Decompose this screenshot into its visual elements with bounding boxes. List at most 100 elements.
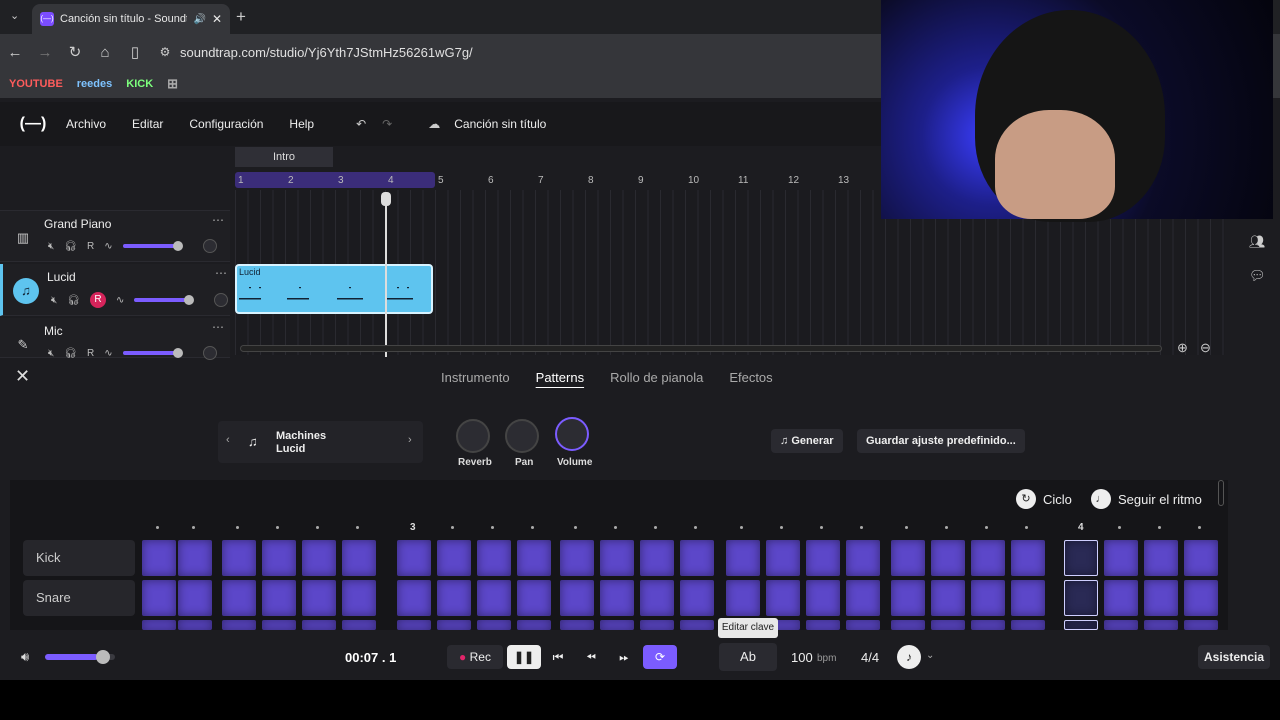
sequencer-pad[interactable] <box>1064 580 1098 616</box>
sequencer-pad[interactable] <box>142 540 176 576</box>
sequencer-pad[interactable] <box>806 580 840 616</box>
pause-button[interactable]: ❚❚ <box>507 645 541 669</box>
sequencer-pad[interactable] <box>726 540 760 576</box>
sequencer-pad[interactable] <box>397 540 431 576</box>
track-menu-icon[interactable]: ⋯ <box>212 320 224 334</box>
menu-editar[interactable]: Editar <box>132 117 163 131</box>
generate-button[interactable]: ♫ Generar <box>771 429 843 453</box>
sequencer-pad[interactable] <box>640 580 674 616</box>
sequencer-pad[interactable] <box>846 620 880 630</box>
volume-knob[interactable] <box>555 417 589 451</box>
sequencer-pad[interactable] <box>1104 620 1138 630</box>
pan-knob[interactable] <box>202 346 217 360</box>
sequencer-pad[interactable] <box>342 580 376 616</box>
sequencer-pad[interactable] <box>342 620 376 630</box>
sequencer-pad[interactable] <box>437 540 471 576</box>
sequencer-pad[interactable] <box>680 580 714 616</box>
track-menu-icon[interactable]: ⋯ <box>212 213 224 227</box>
menu-configuracion[interactable]: Configuración <box>189 117 263 131</box>
track-name[interactable]: Mic <box>44 324 63 338</box>
sequencer-pad[interactable] <box>222 540 256 576</box>
sequencer-pad[interactable] <box>1144 620 1178 630</box>
automation-icon[interactable]: ∿ <box>104 348 112 359</box>
save-preset-button[interactable]: Guardar ajuste predefinido... <box>857 429 1025 453</box>
sequencer-pad[interactable] <box>477 620 511 630</box>
row-label-snare[interactable]: Snare <box>23 580 135 616</box>
sequencer-pad[interactable] <box>1064 620 1098 630</box>
sequencer-pad[interactable] <box>931 620 965 630</box>
volume-fader[interactable] <box>122 348 183 358</box>
new-tab-icon[interactable]: + <box>236 7 246 27</box>
sequencer-pad[interactable] <box>178 580 212 616</box>
preset-next-icon[interactable]: › <box>408 434 412 446</box>
soundtrap-logo[interactable]: (—) <box>0 115 66 133</box>
assist-button[interactable]: Asistencia <box>1198 645 1270 669</box>
sequencer-pad[interactable] <box>971 540 1005 576</box>
sequencer-pad[interactable] <box>846 580 880 616</box>
playhead-handle[interactable] <box>381 192 391 206</box>
mute-icon[interactable]: 🔇︎ <box>48 348 54 359</box>
sequencer-pad[interactable] <box>600 580 634 616</box>
sequencer-pad[interactable] <box>891 620 925 630</box>
volume-fader[interactable] <box>134 295 195 305</box>
sequencer-pad[interactable] <box>680 620 714 630</box>
sequencer-pad[interactable] <box>1184 540 1218 576</box>
sequencer-pad[interactable] <box>262 620 296 630</box>
tab-close-icon[interactable]: ✕ <box>212 12 222 26</box>
sequencer-pad[interactable] <box>477 540 511 576</box>
cycle-label[interactable]: Ciclo <box>1043 492 1072 507</box>
sequencer-pad[interactable] <box>142 580 176 616</box>
pan-knob[interactable] <box>214 293 229 307</box>
tab-instrumento[interactable]: Instrumento <box>441 370 510 390</box>
sequencer-pad[interactable] <box>931 540 965 576</box>
skip-to-start-icon[interactable]: ⏮︎ <box>545 645 571 669</box>
preset-selector[interactable]: ‹ ♫ Machines Lucid › <box>218 421 423 463</box>
track-name[interactable]: Grand Piano <box>44 217 111 231</box>
sequencer-pad[interactable] <box>1184 580 1218 616</box>
sequencer-pad[interactable] <box>1144 540 1178 576</box>
zoom-in-icon[interactable]: ⊕ <box>1177 340 1188 356</box>
metronome-dropdown-icon[interactable]: ⌄ <box>926 650 934 661</box>
zoom-out-icon[interactable]: ⊖ <box>1200 340 1211 356</box>
follow-beat-label[interactable]: Seguir el ritmo <box>1118 492 1202 507</box>
sequencer-pad[interactable] <box>397 580 431 616</box>
preset-prev-icon[interactable]: ‹ <box>226 434 230 446</box>
bookmark-reedes[interactable]: reedes <box>77 78 112 90</box>
follow-beat-icon[interactable]: ♩ <box>1091 489 1111 509</box>
solo-headphones-icon[interactable]: 🎧︎ <box>64 348 77 359</box>
sequencer-pad[interactable] <box>222 580 256 616</box>
sequencer-pad[interactable] <box>766 540 800 576</box>
url-field[interactable]: soundtrap.com/studio/Yj6Yth7JStmHz56261w… <box>180 45 473 60</box>
browser-tab[interactable]: (—) Canción sin título - Soundtrap 🔊 ✕ <box>32 4 230 34</box>
forward-icon[interactable]: → <box>30 44 60 61</box>
sequencer-pad[interactable] <box>680 540 714 576</box>
sidebar-icon[interactable]: ▯ <box>120 43 150 61</box>
sequencer-pad[interactable] <box>806 540 840 576</box>
pan-knob[interactable] <box>505 419 539 453</box>
automation-icon[interactable]: ∿ <box>104 241 112 252</box>
sequencer-pad[interactable] <box>600 540 634 576</box>
playhead[interactable] <box>385 192 387 357</box>
sequencer-pad[interactable] <box>1011 540 1045 576</box>
loop-toggle-icon[interactable]: ⟳ <box>643 645 677 669</box>
sequencer-pad[interactable] <box>1064 540 1098 576</box>
sequencer-pad[interactable] <box>397 620 431 630</box>
record-button[interactable]: ● Rec <box>447 645 503 669</box>
track-name[interactable]: Lucid <box>47 270 76 284</box>
sequencer-pad[interactable] <box>477 580 511 616</box>
time-signature[interactable]: 4/4 <box>861 650 879 665</box>
sequencer-pad[interactable] <box>1011 580 1045 616</box>
metronome-icon[interactable]: ♪ <box>897 645 921 669</box>
section-label[interactable]: Intro <box>235 147 333 167</box>
comments-icon[interactable]: 💬︎ <box>1249 268 1266 284</box>
sequencer-pad[interactable] <box>931 580 965 616</box>
sequencer-pad[interactable] <box>1144 580 1178 616</box>
timeline-scrollbar[interactable] <box>240 345 1162 352</box>
rec-arm-button[interactable]: R <box>87 241 94 252</box>
sequencer-pad[interactable] <box>517 580 551 616</box>
tab-efectos[interactable]: Efectos <box>729 370 772 390</box>
sequencer-pad[interactable] <box>806 620 840 630</box>
fast-forward-icon[interactable]: ⏩︎ <box>611 645 637 669</box>
site-settings-icon[interactable]: ⚙ <box>150 45 180 59</box>
sequencer-pad[interactable] <box>600 620 634 630</box>
